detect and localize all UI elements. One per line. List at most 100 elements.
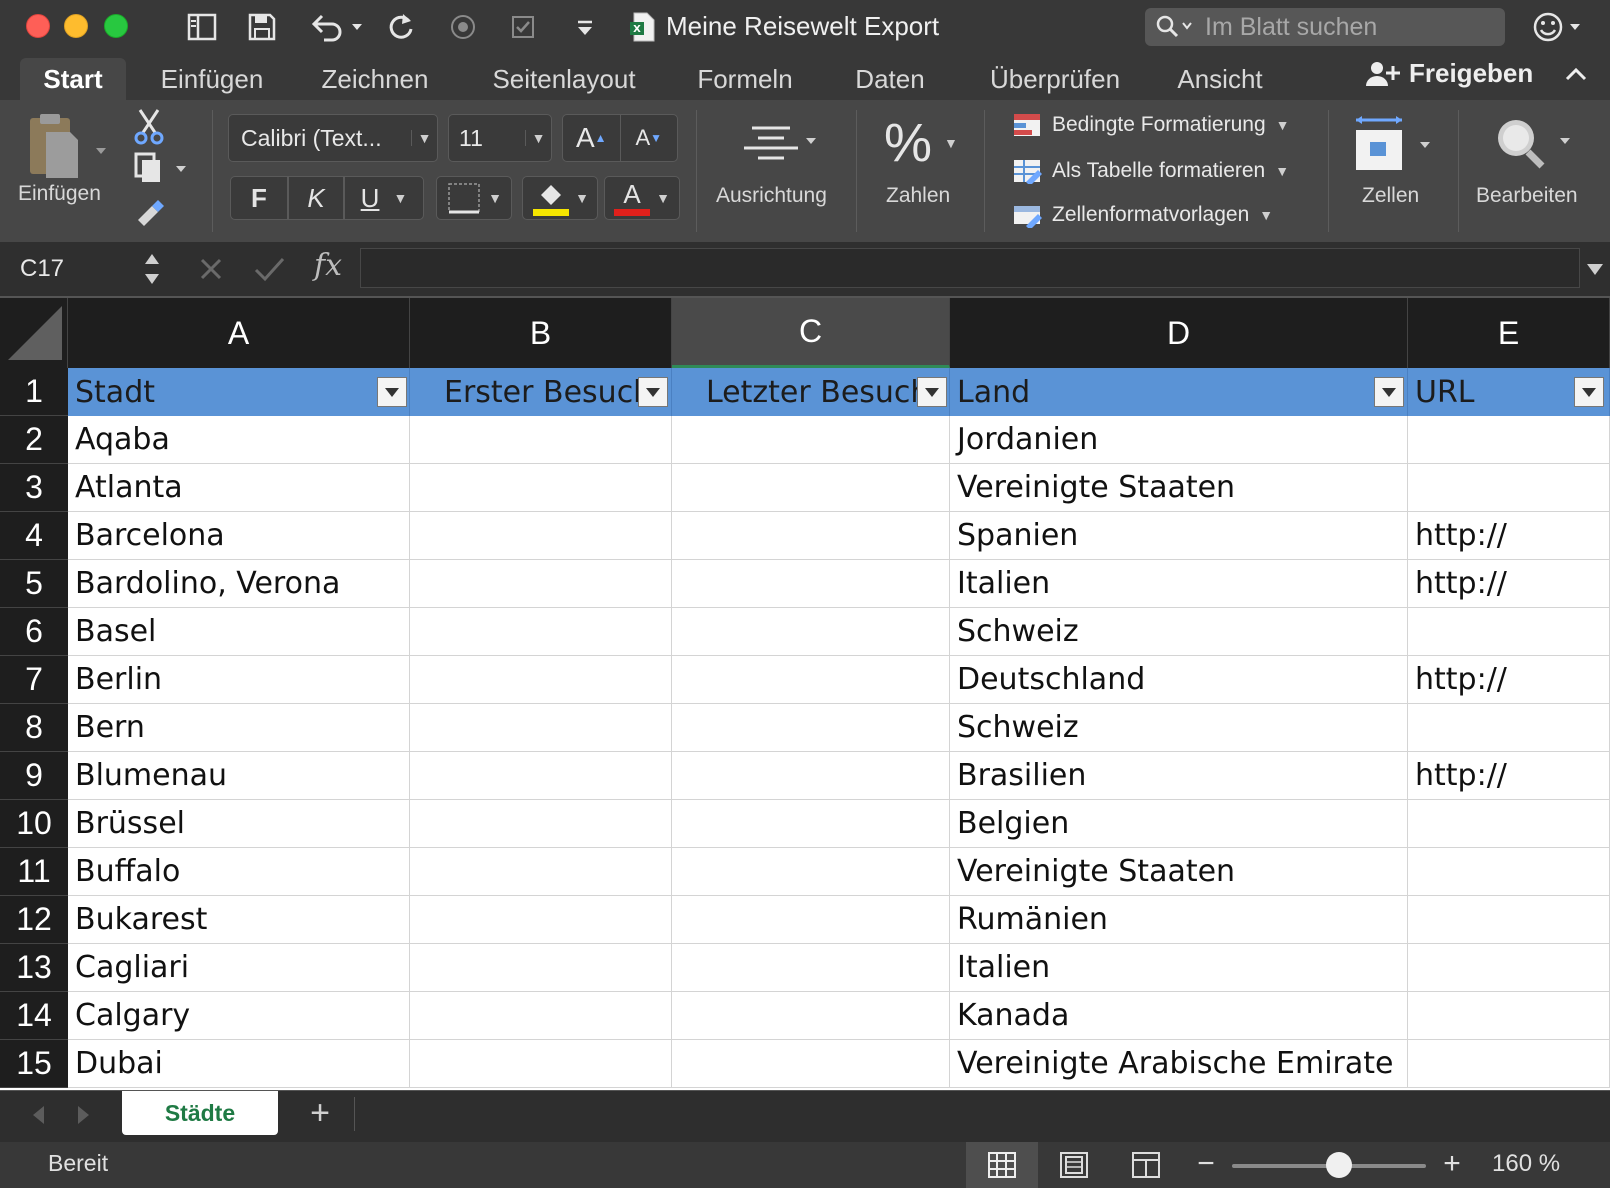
font-color-button[interactable]: A ▼: [604, 176, 680, 220]
table-cell[interactable]: [672, 800, 950, 848]
row-header[interactable]: 9: [0, 752, 68, 800]
table-cell[interactable]: Schweiz: [950, 704, 1408, 752]
row-header[interactable]: 5: [0, 560, 68, 608]
tab-seitenlayout[interactable]: Seitenlayout: [476, 58, 652, 100]
table-cell[interactable]: Vereinigte Staaten: [950, 464, 1408, 512]
format-as-table-button[interactable]: Als Tabelle formatieren ▼: [1012, 154, 1289, 188]
zoom-out-button[interactable]: −: [1194, 1146, 1218, 1182]
table-cell[interactable]: Atlanta: [68, 464, 410, 512]
table-cell[interactable]: [1408, 464, 1610, 512]
table-cell[interactable]: Buffalo: [68, 848, 410, 896]
table-header-cell-land[interactable]: Land: [950, 368, 1408, 416]
row-header[interactable]: 14: [0, 992, 68, 1040]
table-cell[interactable]: [672, 752, 950, 800]
column-header-b[interactable]: B: [410, 298, 672, 368]
cells-button[interactable]: [1350, 114, 1442, 176]
fill-color-button[interactable]: ▼: [522, 176, 598, 220]
table-cell[interactable]: [672, 656, 950, 704]
table-cell[interactable]: [1408, 944, 1610, 992]
tab-ueberpruefen[interactable]: Überprüfen: [970, 58, 1140, 100]
tab-daten[interactable]: Daten: [836, 58, 944, 100]
table-cell[interactable]: Dubai: [68, 1040, 410, 1088]
page-break-view-button[interactable]: [1110, 1142, 1182, 1188]
row-header[interactable]: 3: [0, 464, 68, 512]
table-cell[interactable]: [672, 512, 950, 560]
cell-styles-button[interactable]: Zellenformatvorlagen ▼: [1012, 198, 1273, 232]
filter-dropdown-button[interactable]: [377, 377, 407, 407]
table-cell[interactable]: [1408, 896, 1610, 944]
table-header-cell-stadt[interactable]: Stadt: [68, 368, 410, 416]
insert-function-button[interactable]: fx: [314, 248, 342, 283]
table-cell[interactable]: [1408, 800, 1610, 848]
editing-button[interactable]: [1490, 114, 1582, 176]
smiley-feedback-icon[interactable]: [1530, 8, 1590, 46]
normal-view-button[interactable]: [966, 1142, 1038, 1188]
table-cell[interactable]: Aqaba: [68, 416, 410, 464]
table-cell[interactable]: [410, 896, 672, 944]
undo-icon[interactable]: [306, 8, 366, 46]
tab-zeichnen[interactable]: Zeichnen: [302, 58, 448, 100]
table-cell[interactable]: [672, 416, 950, 464]
format-painter-icon[interactable]: [132, 194, 166, 232]
table-cell[interactable]: Bern: [68, 704, 410, 752]
table-cell[interactable]: [672, 1040, 950, 1088]
decrease-font-size-button[interactable]: A ▼: [621, 115, 678, 161]
row-header[interactable]: 4: [0, 512, 68, 560]
table-cell[interactable]: [410, 512, 672, 560]
table-cell[interactable]: [1408, 1040, 1610, 1088]
column-header-e[interactable]: E: [1408, 298, 1610, 368]
row-header[interactable]: 8: [0, 704, 68, 752]
table-cell[interactable]: [410, 944, 672, 992]
borders-button[interactable]: ▼: [436, 176, 512, 220]
table-cell[interactable]: Berlin: [68, 656, 410, 704]
filter-dropdown-button[interactable]: [1574, 377, 1604, 407]
customize-toolbar-icon[interactable]: [570, 8, 600, 46]
table-cell[interactable]: Brüssel: [68, 800, 410, 848]
table-cell[interactable]: http://: [1408, 656, 1610, 704]
table-header-cell-letzter-besuch[interactable]: Letzter Besuch: [672, 368, 950, 416]
table-cell[interactable]: [410, 1040, 672, 1088]
table-cell[interactable]: [672, 560, 950, 608]
table-cell[interactable]: Rumänien: [950, 896, 1408, 944]
table-cell[interactable]: [1408, 848, 1610, 896]
share-button[interactable]: Freigeben: [1365, 58, 1593, 89]
table-cell[interactable]: Kanada: [950, 992, 1408, 1040]
table-cell[interactable]: [1408, 992, 1610, 1040]
row-header[interactable]: 2: [0, 416, 68, 464]
table-cell[interactable]: Vereinigte Arabische Emirate: [950, 1040, 1408, 1088]
table-cell[interactable]: http://: [1408, 752, 1610, 800]
save-icon[interactable]: [246, 8, 278, 46]
tab-einfuegen[interactable]: Einfügen: [148, 58, 276, 100]
row-header[interactable]: 10: [0, 800, 68, 848]
font-size-select[interactable]: 11 ▼: [448, 114, 552, 162]
table-cell[interactable]: [672, 848, 950, 896]
table-cell[interactable]: Cagliari: [68, 944, 410, 992]
table-cell[interactable]: Blumenau: [68, 752, 410, 800]
table-cell[interactable]: [410, 560, 672, 608]
table-cell[interactable]: [672, 608, 950, 656]
sidebar-toggle-icon[interactable]: [186, 8, 218, 46]
expand-formula-bar-icon[interactable]: [1584, 258, 1606, 280]
underline-button[interactable]: U ▼: [344, 176, 424, 220]
close-window-button[interactable]: [26, 14, 50, 38]
row-header[interactable]: 12: [0, 896, 68, 944]
next-sheet-icon[interactable]: [72, 1103, 94, 1127]
redo-icon[interactable]: [384, 8, 418, 46]
previous-sheet-icon[interactable]: [28, 1103, 50, 1127]
table-cell[interactable]: Vereinigte Staaten: [950, 848, 1408, 896]
row-header[interactable]: 6: [0, 608, 68, 656]
row-header[interactable]: 7: [0, 656, 68, 704]
table-cell[interactable]: Deutschland: [950, 656, 1408, 704]
row-header[interactable]: 1: [0, 368, 68, 416]
add-sheet-button[interactable]: +: [300, 1093, 340, 1133]
zoom-in-button[interactable]: +: [1440, 1146, 1464, 1182]
table-cell[interactable]: [672, 704, 950, 752]
minimize-window-button[interactable]: [64, 14, 88, 38]
page-layout-view-button[interactable]: [1038, 1142, 1110, 1188]
column-header-c[interactable]: C: [672, 298, 950, 368]
table-cell[interactable]: [410, 608, 672, 656]
table-cell[interactable]: [410, 848, 672, 896]
row-header[interactable]: 11: [0, 848, 68, 896]
row-header[interactable]: 13: [0, 944, 68, 992]
name-box-stepper[interactable]: [140, 248, 164, 290]
